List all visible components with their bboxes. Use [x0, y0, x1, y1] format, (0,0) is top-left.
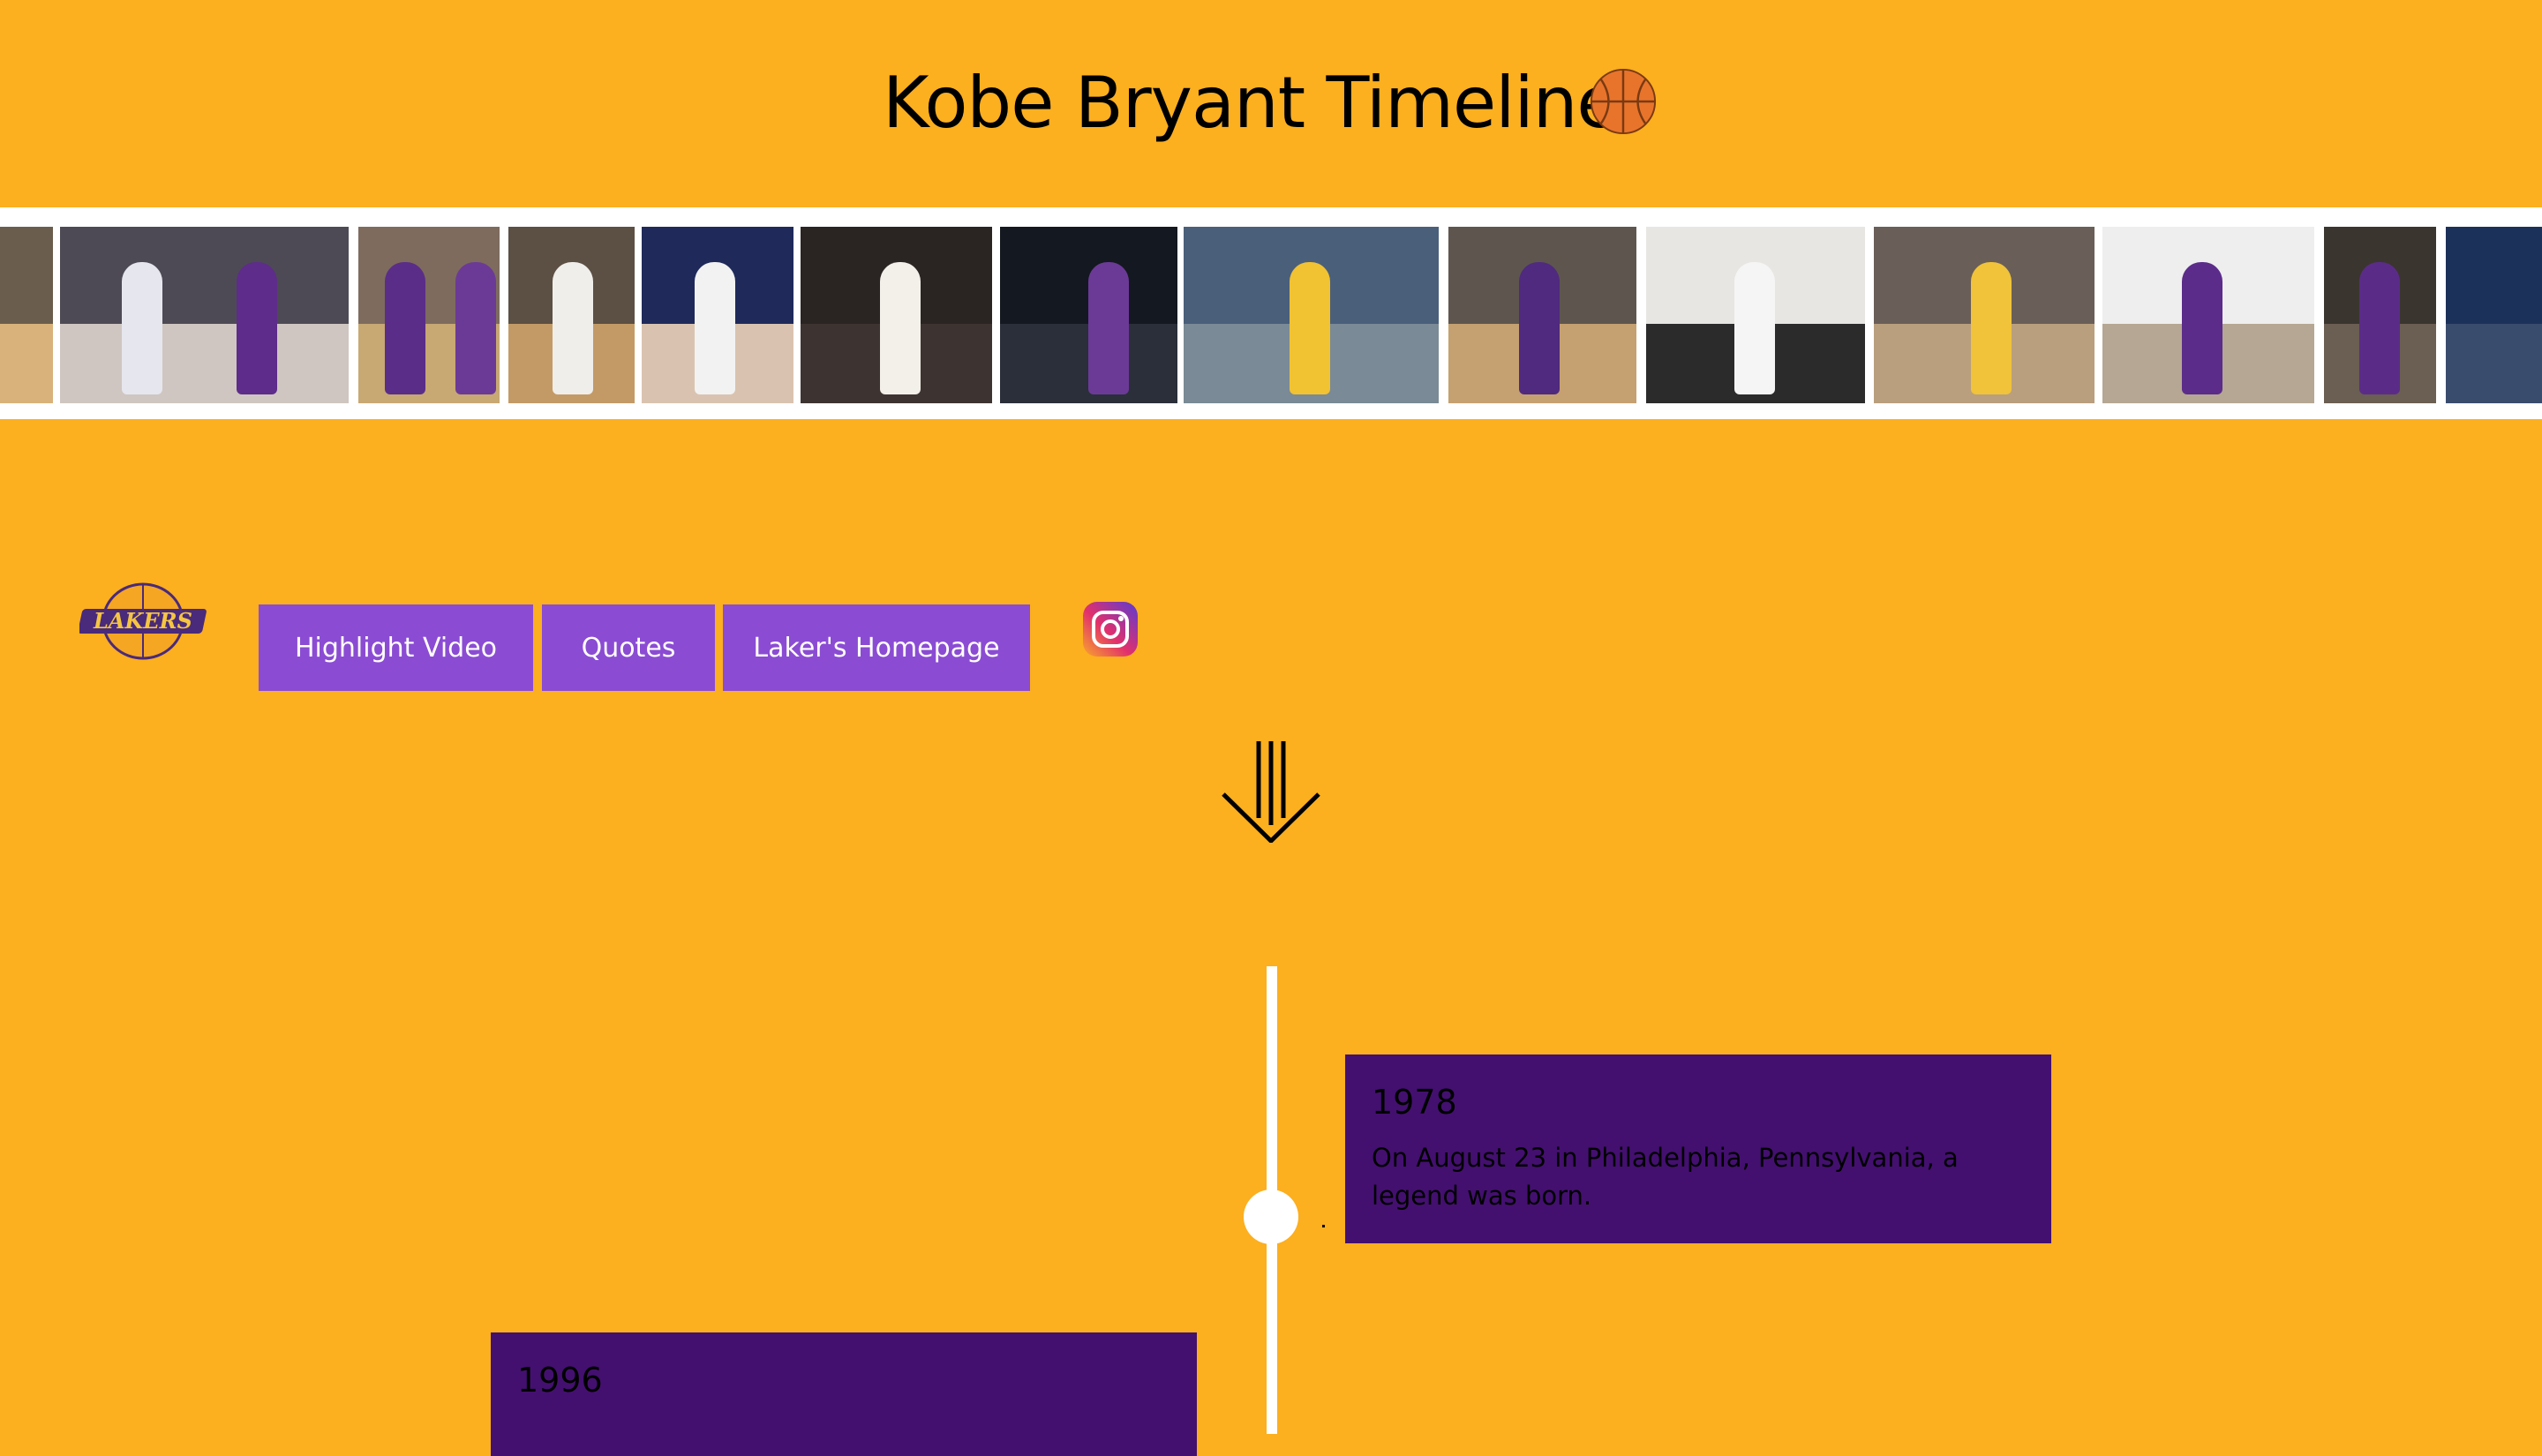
photo — [642, 227, 793, 403]
photo — [1874, 227, 2095, 403]
photo-strip — [0, 207, 2542, 419]
timeline-marker — [1322, 1225, 1325, 1227]
photo — [0, 227, 53, 403]
photo — [358, 227, 500, 403]
photo — [1448, 227, 1636, 403]
photo — [60, 227, 349, 403]
photo — [801, 227, 992, 403]
down-arrow-icon[interactable] — [1218, 737, 1324, 843]
page-header: Kobe Bryant Timeline — [0, 0, 2542, 207]
photo — [1184, 227, 1439, 403]
page-title: Kobe Bryant Timeline — [883, 62, 1621, 144]
lakers-logo[interactable]: LAKERS — [79, 582, 207, 660]
lakers-homepage-button[interactable]: Laker's Homepage — [723, 604, 1030, 691]
timeline-card-1978: 1978 On August 23 in Philadelphia, Penns… — [1345, 1054, 2051, 1243]
photo — [2324, 227, 2436, 403]
photo — [508, 227, 635, 403]
svg-text:LAKERS: LAKERS — [93, 608, 192, 634]
basketball-icon — [1590, 68, 1657, 135]
instagram-icon[interactable] — [1081, 600, 1139, 658]
timeline-card-1996: 1996 — [491, 1332, 1197, 1456]
timeline-text: On August 23 in Philadelphia, Pennsylvan… — [1372, 1143, 1959, 1211]
photo — [1646, 227, 1865, 403]
timeline-year: 1978 — [1372, 1083, 1457, 1122]
timeline-dot — [1244, 1190, 1298, 1244]
highlight-video-button[interactable]: Highlight Video — [259, 604, 533, 691]
photo — [2102, 227, 2314, 403]
timeline-year: 1996 — [517, 1361, 603, 1400]
photo — [2446, 227, 2542, 403]
photo — [1000, 227, 1177, 403]
quotes-button[interactable]: Quotes — [542, 604, 715, 691]
